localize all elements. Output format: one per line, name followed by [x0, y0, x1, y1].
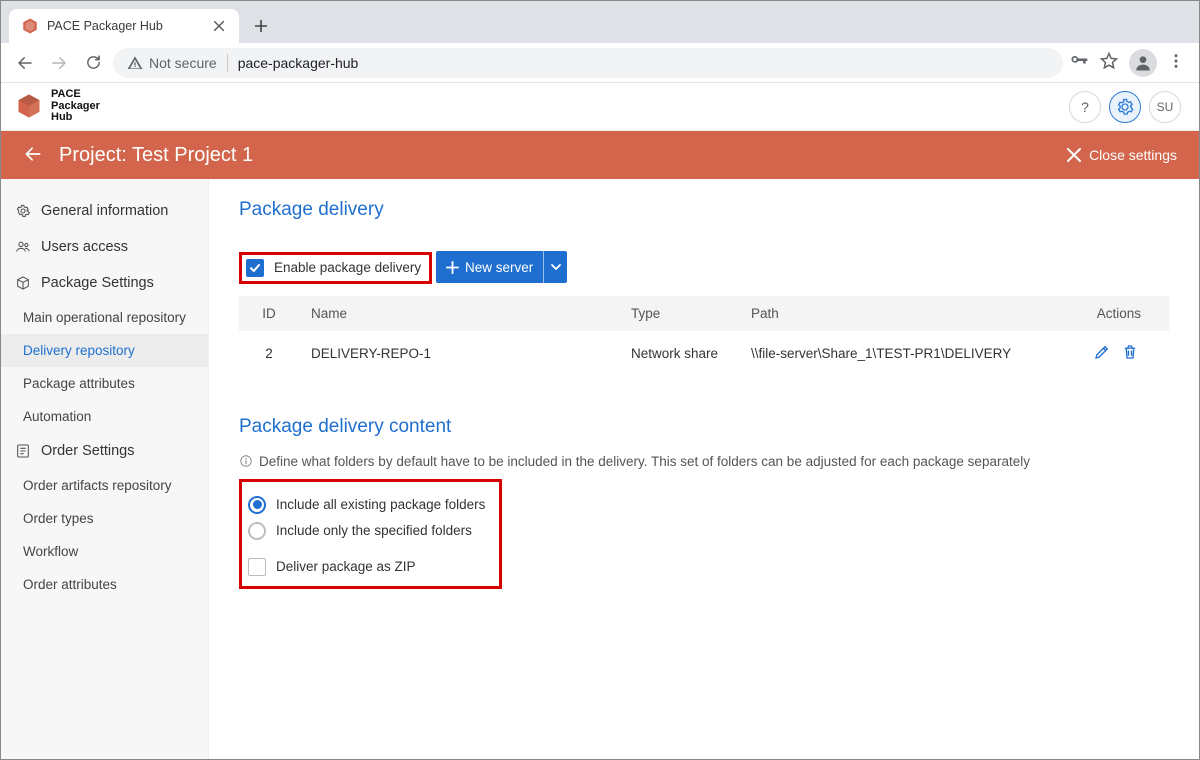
help-icon: ?	[1081, 99, 1089, 115]
enable-delivery-label: Enable package delivery	[274, 260, 421, 275]
enable-delivery-checkbox[interactable]: Enable package delivery	[246, 259, 421, 277]
new-server-split-button: New server	[436, 251, 567, 283]
tab-close-button[interactable]	[211, 18, 227, 34]
banner-title: Project: Test Project 1	[59, 144, 253, 167]
not-secure-label: Not secure	[149, 55, 217, 71]
cell-type: Network share	[619, 331, 739, 376]
table-header-row: ID Name Type Path Actions	[239, 296, 1169, 331]
deliver-zip-label: Deliver package as ZIP	[276, 559, 416, 574]
sidebar-item-order-artifacts[interactable]: Order artifacts repository	[1, 469, 208, 502]
sidebar-group-order[interactable]: Order Settings	[1, 433, 208, 469]
project-banner: Project: Test Project 1 Close settings	[1, 131, 1199, 179]
new-server-button[interactable]: New server	[436, 251, 543, 283]
app-logo-icon	[15, 92, 43, 120]
cell-path: \\file-server\Share_1\TEST-PR1\DELIVERY	[739, 331, 1069, 376]
nav-forward-button[interactable]	[45, 49, 73, 77]
browser-toolbar: Not secure pace-packager-hub	[1, 43, 1199, 83]
users-icon	[15, 239, 31, 255]
section-title-content: Package delivery content	[239, 416, 1169, 438]
row-edit-button[interactable]	[1093, 343, 1111, 364]
pencil-icon	[1093, 343, 1111, 361]
tab-title: PACE Packager Hub	[47, 19, 203, 33]
chevron-down-icon	[551, 262, 561, 272]
sidebar-label: Users access	[41, 239, 128, 255]
close-settings-button[interactable]: Close settings	[1067, 147, 1177, 163]
sidebar-item-main-repo[interactable]: Main operational repository	[1, 301, 208, 334]
col-path: Path	[739, 296, 1069, 331]
banner-back-button[interactable]	[23, 144, 43, 167]
close-settings-label: Close settings	[1089, 147, 1177, 163]
new-tab-button[interactable]	[247, 12, 275, 40]
sidebar-item-order-types[interactable]: Order types	[1, 502, 208, 535]
user-initials: SU	[1157, 100, 1174, 114]
sidebar-label: General information	[41, 203, 168, 219]
row-delete-button[interactable]	[1121, 343, 1139, 364]
close-icon	[1067, 148, 1081, 162]
trash-icon	[1121, 343, 1139, 361]
content-hint: Define what folders by default have to b…	[239, 454, 1169, 469]
box-icon	[15, 275, 31, 291]
url-text: pace-packager-hub	[238, 55, 359, 71]
sidebar-label: Package Settings	[41, 275, 154, 291]
checkbox-icon	[248, 558, 266, 576]
deliver-zip-checkbox[interactable]: Deliver package as ZIP	[248, 558, 485, 576]
content-hint-text: Define what folders by default have to b…	[259, 454, 1030, 469]
not-secure-indicator[interactable]: Not secure	[127, 55, 217, 71]
sidebar-group-users[interactable]: Users access	[1, 229, 208, 265]
table-row: 2 DELIVERY-REPO-1 Network share \\file-s…	[239, 331, 1169, 376]
user-avatar-button[interactable]: SU	[1149, 91, 1181, 123]
servers-table: ID Name Type Path Actions 2 DELIVERY-REP…	[239, 296, 1169, 376]
radio-icon	[248, 496, 266, 514]
nav-reload-button[interactable]	[79, 49, 107, 77]
sidebar-item-automation[interactable]: Automation	[1, 400, 208, 433]
help-button[interactable]: ?	[1069, 91, 1101, 123]
cell-id: 2	[239, 331, 299, 376]
gear-icon	[15, 203, 31, 219]
sidebar-group-general[interactable]: General information	[1, 193, 208, 229]
sidebar-item-delivery-repo[interactable]: Delivery repository	[1, 334, 208, 367]
radio-label: Include all existing package folders	[276, 497, 485, 512]
radio-label: Include only the specified folders	[276, 523, 472, 538]
checkbox-icon	[246, 259, 264, 277]
list-icon	[15, 443, 31, 459]
app-brand-text: PACE Packager Hub	[51, 89, 100, 124]
sidebar-item-order-attributes[interactable]: Order attributes	[1, 568, 208, 601]
col-name: Name	[299, 296, 619, 331]
sidebar-item-package-attributes[interactable]: Package attributes	[1, 367, 208, 400]
address-bar[interactable]: Not secure pace-packager-hub	[113, 48, 1063, 78]
app-header: PACE Packager Hub ? SU	[1, 83, 1199, 131]
profile-avatar-button[interactable]	[1129, 49, 1157, 77]
info-icon	[239, 454, 253, 468]
gear-icon	[1116, 98, 1134, 116]
bookmark-star-icon[interactable]	[1099, 51, 1119, 74]
sidebar-group-package[interactable]: Package Settings	[1, 265, 208, 301]
col-type: Type	[619, 296, 739, 331]
cell-name: DELIVERY-REPO-1	[299, 331, 619, 376]
plus-icon	[446, 261, 459, 274]
col-id: ID	[239, 296, 299, 331]
sidebar-label: Order Settings	[41, 443, 135, 459]
browser-tabstrip: PACE Packager Hub	[1, 1, 1199, 43]
radio-include-all[interactable]: Include all existing package folders	[248, 492, 485, 518]
nav-back-button[interactable]	[11, 49, 39, 77]
warning-icon	[127, 55, 143, 71]
section-title-delivery: Package delivery	[239, 199, 1169, 221]
new-server-dropdown[interactable]	[543, 251, 567, 283]
sidebar-item-workflow[interactable]: Workflow	[1, 535, 208, 568]
new-server-label: New server	[465, 260, 533, 275]
settings-sidebar: General information Users access Package…	[1, 179, 209, 759]
browser-menu-button[interactable]	[1167, 52, 1185, 73]
radio-icon	[248, 522, 266, 540]
saved-password-key-icon[interactable]	[1069, 51, 1089, 74]
browser-tab[interactable]: PACE Packager Hub	[9, 9, 239, 43]
omnibox-divider	[227, 54, 228, 72]
tab-favicon-icon	[21, 17, 39, 35]
col-actions: Actions	[1069, 296, 1169, 331]
highlight-enable-delivery: Enable package delivery	[239, 252, 432, 284]
highlight-content-options: Include all existing package folders Inc…	[239, 479, 502, 589]
content-area: Package delivery Enable package delivery…	[209, 179, 1199, 759]
radio-include-specified[interactable]: Include only the specified folders	[248, 518, 485, 544]
settings-button[interactable]	[1109, 91, 1141, 123]
